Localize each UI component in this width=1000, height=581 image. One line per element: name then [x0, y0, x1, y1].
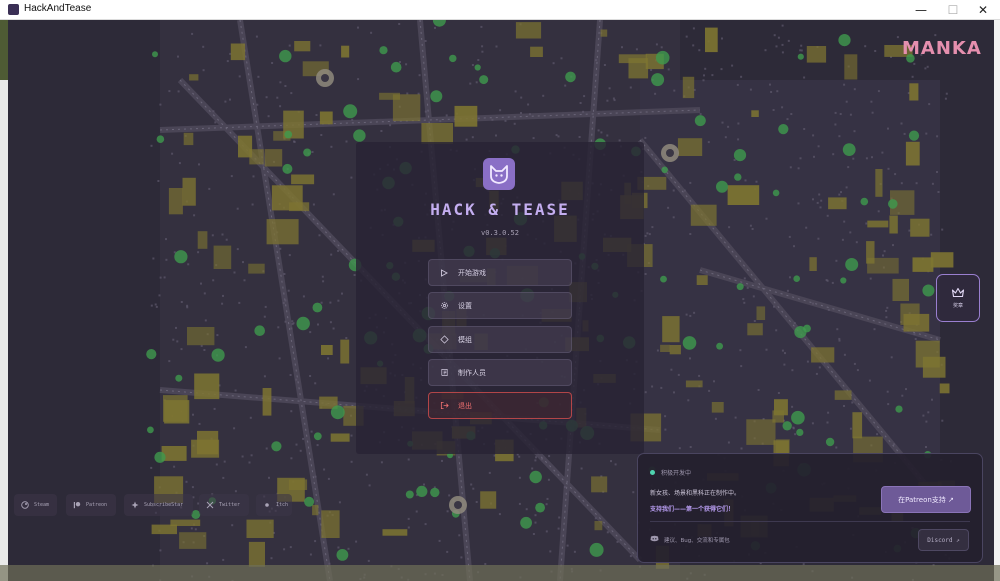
patreon-label: Patreon [86, 502, 108, 508]
status-dot-icon [650, 470, 655, 475]
steam-label: Steam [34, 502, 50, 508]
brand-logo: MANKA [902, 38, 982, 59]
start-game-label: 开始游戏 [458, 268, 486, 277]
game-title: HACK & TEASE [430, 200, 570, 219]
cat-mask-icon [490, 165, 508, 184]
steam-link[interactable]: Steam [14, 494, 57, 516]
patreon-support-button[interactable]: 在Patreon支持 ↗ [881, 486, 971, 513]
left-window-edge-top [0, 20, 8, 80]
steam-icon [21, 501, 29, 509]
twitter-link[interactable]: Twitter [199, 494, 249, 516]
discord-button[interactable]: Discord ↗ [918, 529, 969, 551]
exit-label: 退出 [458, 401, 472, 410]
itch-label: Itch [276, 502, 289, 508]
mods-label: 模组 [458, 335, 472, 344]
play-icon [439, 268, 449, 278]
twitter-label: Twitter [219, 502, 241, 508]
game-logo-badge [483, 158, 515, 190]
medals-button[interactable]: 奖章 [936, 274, 980, 322]
mods-button[interactable]: 模组 [428, 326, 572, 353]
gear-icon [439, 301, 449, 311]
dev-description: 新女孩、场景和黑科正在制作中。 [650, 490, 741, 497]
patreon-link[interactable]: Patreon [66, 494, 116, 516]
close-button[interactable]: ✕ [968, 0, 998, 20]
window-title: HackAndTease [24, 3, 92, 14]
community-text: 建议、Bug、交流和专属包 [664, 538, 730, 544]
credits-button[interactable]: 制作人员 [428, 359, 572, 386]
scroll-list-icon [439, 368, 449, 378]
start-game-button[interactable]: 开始游戏 [428, 259, 572, 286]
diamond-icon [439, 335, 449, 345]
dev-callout: 支持我们——第一个获得它们！ [650, 506, 735, 513]
app-icon [8, 4, 19, 15]
credits-label: 制作人员 [458, 368, 486, 377]
dev-status-card: 积极开发中 新女孩、场景和黑科正在制作中。 支持我们——第一个获得它们！ 在Pa… [637, 453, 983, 563]
medals-label: 奖章 [952, 303, 963, 309]
itch-icon [263, 501, 271, 509]
bottom-strip [0, 565, 1000, 581]
game-version: v0.3.0.52 [481, 229, 519, 237]
settings-label: 设置 [458, 301, 472, 310]
settings-button[interactable]: 设置 [428, 292, 572, 319]
x-twitter-icon [206, 501, 214, 509]
crown-icon [951, 287, 965, 298]
right-window-edge [994, 20, 1000, 581]
left-window-edge [0, 20, 8, 581]
discord-icon [650, 535, 659, 544]
window-titlebar: HackAndTease — ☐ ✕ [0, 0, 1000, 20]
main-menu-panel: HACK & TEASE v0.3.0.52 开始游戏 设置 模组 制作人员 退… [356, 142, 644, 454]
logout-icon [439, 401, 449, 411]
dev-status-text: 积极开发中 [661, 470, 692, 477]
maximize-button[interactable]: ☐ [938, 0, 968, 20]
itch-link[interactable]: Itch [256, 494, 292, 516]
dev-card-divider [650, 521, 970, 522]
subscribestar-link[interactable]: SubscribeStar [124, 494, 193, 516]
subscribestar-icon [131, 501, 139, 509]
minimize-button[interactable]: — [906, 0, 936, 20]
subscribestar-label: SubscribeStar [144, 502, 184, 508]
patreon-icon [73, 501, 81, 509]
exit-button[interactable]: 退出 [428, 392, 572, 419]
